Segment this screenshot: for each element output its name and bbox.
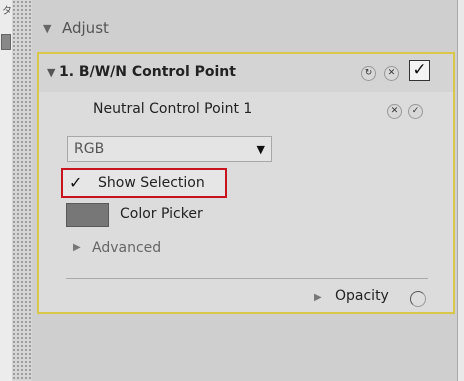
- show-selection-checkbox[interactable]: ✓ Show Selection: [61, 168, 227, 198]
- neutral-control-point-row[interactable]: Neutral Control Point 1 ✕ ✓: [39, 92, 453, 130]
- reset-icon[interactable]: ↻: [361, 66, 376, 81]
- control-point-title: 1. B/W/N Control Point: [59, 64, 236, 80]
- show-selection-label: Show Selection: [98, 175, 205, 191]
- color-picker-label: Color Picker: [120, 206, 203, 222]
- enabled-icon[interactable]: ✓: [408, 104, 423, 119]
- advanced-expand-icon[interactable]: ▶: [73, 242, 81, 253]
- check-icon[interactable]: ✓: [69, 173, 82, 192]
- scroll-thumb-icon[interactable]: [1, 34, 11, 50]
- control-point-header[interactable]: ▼ 1. B/W/N Control Point ↻ ✕ ✓: [39, 54, 453, 92]
- right-edge: [457, 0, 464, 381]
- resize-grip[interactable]: [12, 0, 32, 381]
- collapse-triangle-icon[interactable]: ▼: [47, 66, 55, 79]
- expand-triangle-icon[interactable]: ▼: [43, 22, 51, 35]
- control-point-panel: ▼ 1. B/W/N Control Point ↻ ✕ ✓ Neutral C…: [37, 52, 455, 314]
- adjust-label: Adjust: [62, 19, 109, 37]
- enable-checkbox[interactable]: ✓: [409, 60, 430, 81]
- opacity-label[interactable]: Opacity: [335, 288, 389, 304]
- neutral-point-label: Neutral Control Point 1: [93, 101, 253, 117]
- opacity-dial-icon[interactable]: [410, 291, 426, 307]
- color-swatch[interactable]: [66, 203, 109, 227]
- delete-icon[interactable]: ✕: [387, 104, 402, 119]
- channel-select[interactable]: RGB ▼: [67, 136, 272, 162]
- opacity-expand-icon[interactable]: ▶: [314, 292, 322, 303]
- dropdown-arrow-icon[interactable]: ▼: [257, 143, 265, 156]
- advanced-label[interactable]: Advanced: [92, 240, 161, 256]
- channel-select-value: RGB: [74, 141, 105, 157]
- tool-icon[interactable]: タ: [2, 2, 12, 17]
- delete-icon[interactable]: ✕: [384, 66, 399, 81]
- divider: [66, 278, 428, 279]
- adjust-section-header[interactable]: ▼ Adjust: [32, 12, 458, 48]
